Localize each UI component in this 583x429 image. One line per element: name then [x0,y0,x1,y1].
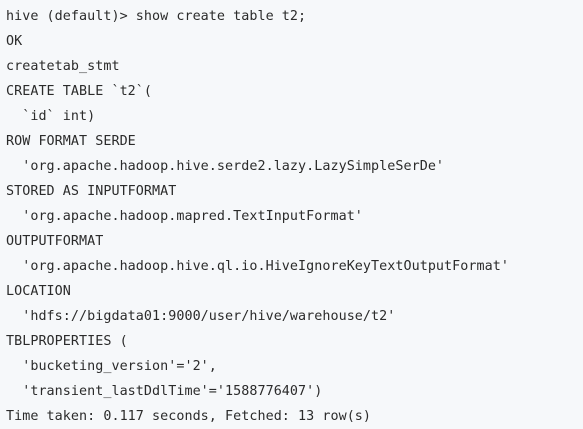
ddl-line: 'bucketing_version'='2', [6,359,217,374]
command-prompt-line: hive (default)> show create table t2; [6,9,307,24]
ddl-line: CREATE TABLE `t2`( [6,84,153,99]
terminal-output: hive (default)> show create table t2; OK… [0,0,583,427]
ddl-line: 'transient_lastDdlTime'='1588776407') [6,384,323,399]
time-taken-line: Time taken: 0.117 seconds, Fetched: 13 r… [6,409,372,424]
ddl-line: STORED AS INPUTFORMAT [6,184,177,199]
ddl-line: ROW FORMAT SERDE [6,134,136,149]
ddl-line: 'org.apache.hadoop.hive.serde2.lazy.Lazy… [6,159,445,174]
ddl-line: OUTPUTFORMAT [6,234,104,249]
ddl-line: 'hdfs://bigdata01:9000/user/hive/warehou… [6,309,396,324]
column-header-line: createtab_stmt [6,59,120,74]
ddl-line: LOCATION [6,284,71,299]
ddl-line: TBLPROPERTIES ( [6,334,128,349]
ddl-line: 'org.apache.hadoop.hive.ql.io.HiveIgnore… [6,259,509,274]
ddl-line: 'org.apache.hadoop.mapred.TextInputForma… [6,209,363,224]
status-ok-line: OK [6,34,23,49]
ddl-line: `id` int) [6,109,96,124]
